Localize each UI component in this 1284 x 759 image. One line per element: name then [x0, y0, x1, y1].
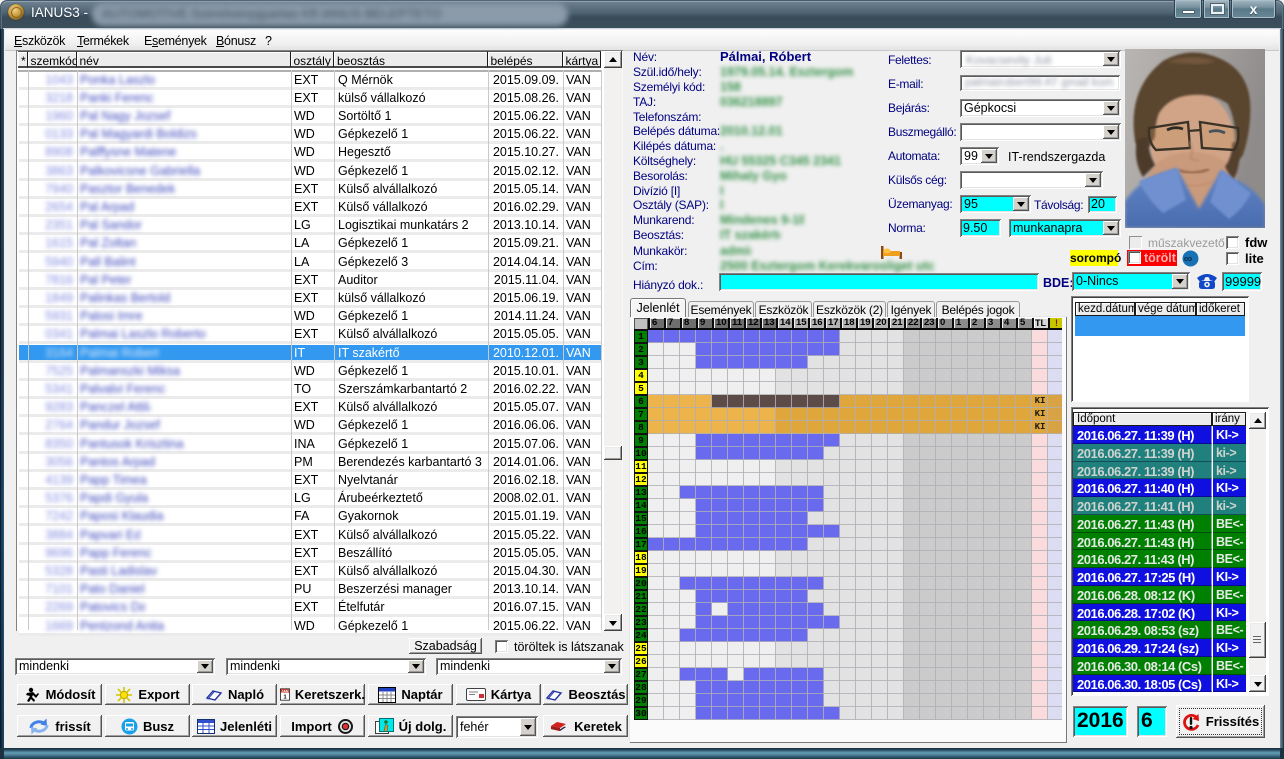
svg-text:JAN: JAN	[281, 689, 288, 693]
svg-text:∞: ∞	[1184, 252, 1193, 266]
svg-text:1: 1	[284, 694, 287, 700]
